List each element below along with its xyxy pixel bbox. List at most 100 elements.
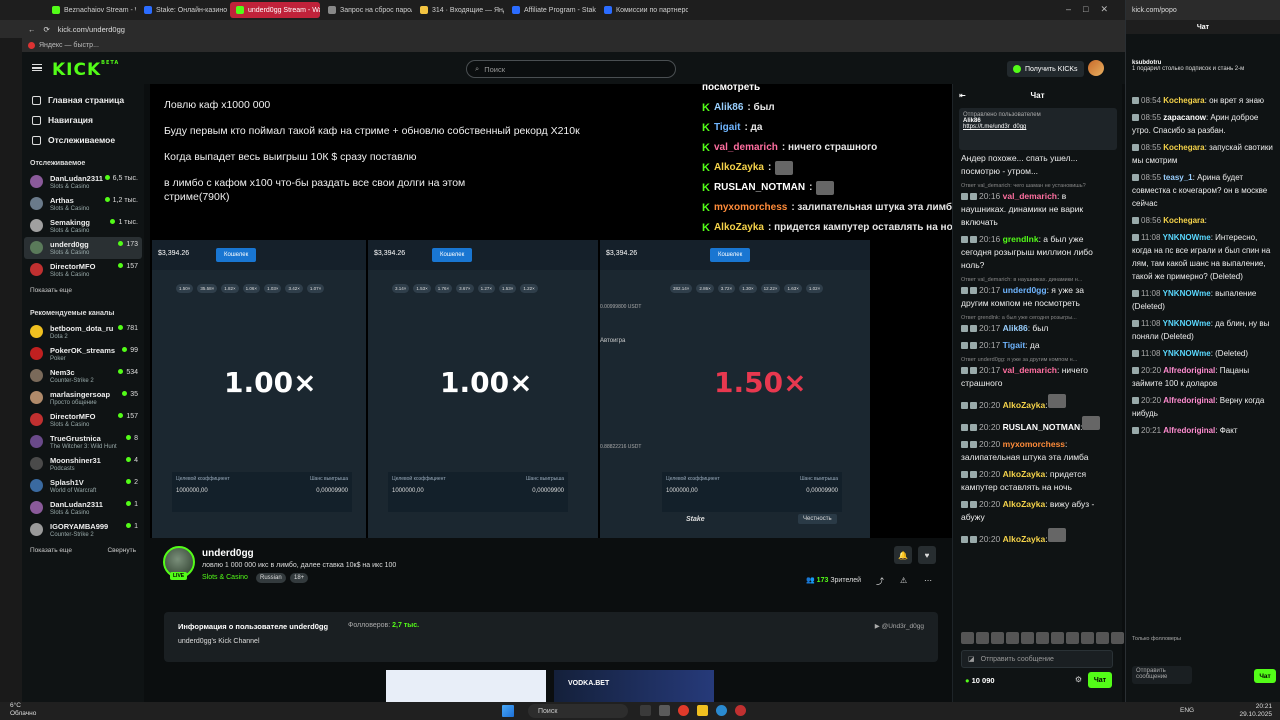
get-kicks-button[interactable]: Получить KICKs bbox=[1007, 61, 1084, 77]
emote-icon[interactable] bbox=[976, 632, 989, 644]
video-player[interactable]: Ловлю каф х1000 000 Буду первым кто пойм… bbox=[150, 84, 952, 538]
minimize-icon[interactable]: – bbox=[1066, 4, 1071, 15]
pinned-message[interactable]: Отправлено пользователем Alik86 https://… bbox=[959, 108, 1117, 150]
show-more-following[interactable]: Показать еще bbox=[30, 287, 72, 294]
browser-tab[interactable]: Affiliate Program - Stake bbox=[506, 2, 596, 18]
app-icon[interactable] bbox=[659, 705, 670, 716]
message-user[interactable]: AlkoZayka bbox=[1003, 499, 1046, 509]
emote-icon[interactable] bbox=[1081, 632, 1094, 644]
popout-chat-button[interactable]: Чат bbox=[1254, 669, 1276, 683]
sidebar-channel[interactable]: Splash1V World of Warcraft 2 bbox=[24, 475, 142, 497]
social-link[interactable]: ▶ @Und3r_d0gg bbox=[875, 622, 924, 630]
sidebar-channel[interactable]: marlasingersoap Просто общение 35 bbox=[24, 387, 142, 409]
reload-icon[interactable]: ⟳ bbox=[44, 25, 50, 34]
emote-icon[interactable] bbox=[1051, 632, 1064, 644]
tag-language[interactable]: Russian bbox=[256, 573, 286, 583]
message-user[interactable]: myxomorchess bbox=[1003, 439, 1065, 449]
url-text[interactable]: kick.com/underd0gg bbox=[58, 25, 125, 34]
message-user[interactable]: AlkoZayka bbox=[1003, 400, 1046, 410]
message-user[interactable]: Kochegara bbox=[1163, 96, 1204, 105]
explorer-icon[interactable] bbox=[697, 705, 708, 716]
tag-age[interactable]: 18+ bbox=[290, 573, 309, 583]
browser-tab[interactable]: Запрос на сброс пароля bbox=[322, 2, 412, 18]
emote-icon[interactable] bbox=[1066, 632, 1079, 644]
yandex-browser-icon[interactable] bbox=[678, 705, 689, 716]
emote-icon[interactable] bbox=[991, 632, 1004, 644]
opera-icon[interactable] bbox=[735, 705, 746, 716]
message-user[interactable]: Alfredoriginal bbox=[1163, 426, 1215, 435]
clock[interactable]: 20:21 29.10.2025 bbox=[1239, 703, 1272, 719]
close-icon[interactable]: ✕ bbox=[1100, 4, 1108, 15]
emoji-icon[interactable]: ◪ bbox=[968, 655, 975, 663]
language-indicator[interactable]: ENG bbox=[1180, 707, 1194, 714]
sidebar-channel[interactable]: Nem3c Counter-Strike 2 534 bbox=[24, 365, 142, 387]
nav-item[interactable]: Главная страница bbox=[22, 90, 144, 110]
message-user[interactable]: Kochegara bbox=[1163, 216, 1204, 225]
collapse-chat-icon[interactable]: ⇤ bbox=[959, 91, 966, 100]
sidebar-channel[interactable]: Semakingg Slots & Casino 1 тыс. bbox=[24, 215, 142, 237]
message-user[interactable]: zapacanow bbox=[1163, 113, 1206, 122]
message-user[interactable]: Alfredoriginal bbox=[1163, 366, 1215, 375]
weather-widget[interactable]: 6°C Облачно bbox=[10, 702, 36, 718]
message-user[interactable]: Alik86 bbox=[1003, 323, 1028, 333]
nav-item[interactable]: Отслеживаемое bbox=[22, 130, 144, 150]
address-bar[interactable]: ← ⟳ kick.com/underd0gg bbox=[0, 20, 1125, 38]
sidebar-channel[interactable]: DanLudan2311 Slots & Casino 6,5 тыс. bbox=[24, 171, 142, 193]
popout-url[interactable]: kick.com/popo bbox=[1126, 0, 1280, 20]
follow-heart-button[interactable]: ♥ bbox=[918, 546, 936, 564]
search-input[interactable]: ⌕ Поиск bbox=[466, 60, 676, 78]
ad-banner[interactable] bbox=[386, 670, 546, 702]
notification-bell-button[interactable]: 🔔 bbox=[894, 546, 912, 564]
task-view-icon[interactable] bbox=[640, 705, 651, 716]
maximize-icon[interactable]: □ bbox=[1083, 4, 1088, 15]
message-user[interactable]: grendlnk bbox=[1003, 234, 1039, 244]
browser-tab[interactable]: Stake: Онлайн-казино и bbox=[138, 2, 228, 18]
message-user[interactable]: YNKNOWme bbox=[1163, 233, 1211, 242]
sidebar-channel[interactable]: DirectorMFO Slots & Casino 157 bbox=[24, 259, 142, 281]
sidebar-channel[interactable]: IGORYAMBA999 Counter-Strike 21 bbox=[24, 519, 142, 541]
browser-tab[interactable]: 314 · Входящие — Яндек bbox=[414, 2, 504, 18]
telegram-icon[interactable] bbox=[716, 705, 727, 716]
sidebar-channel[interactable]: DanLudan2311 Slots & Casino 1 bbox=[24, 497, 142, 519]
message-user[interactable]: Tigait bbox=[1003, 340, 1026, 350]
user-menu-icon[interactable]: ⋯ bbox=[924, 576, 932, 585]
emote-icon[interactable] bbox=[1006, 632, 1019, 644]
user-avatar[interactable] bbox=[1088, 60, 1104, 76]
sidebar-channel[interactable]: underd0gg Slots & Casino 173 bbox=[24, 237, 142, 259]
message-user[interactable]: YNKNOWme bbox=[1163, 319, 1211, 328]
message-user[interactable]: Alfredoriginal bbox=[1163, 396, 1215, 405]
message-user[interactable]: RUSLAN_NOTMAN bbox=[1003, 422, 1080, 432]
emote-icon[interactable] bbox=[1036, 632, 1049, 644]
menu-icon[interactable] bbox=[32, 64, 42, 71]
emote-icon[interactable] bbox=[961, 632, 974, 644]
message-user[interactable]: underd0gg bbox=[1003, 285, 1047, 295]
start-icon[interactable] bbox=[502, 705, 514, 717]
browser-tab[interactable]: Beznachaiov Stream - Wa bbox=[46, 2, 136, 18]
chat-send-button[interactable]: Чат bbox=[1088, 672, 1112, 688]
stream-category[interactable]: Slots & Casino bbox=[202, 574, 248, 581]
kick-logo[interactable]: KICKBETA bbox=[52, 60, 119, 80]
chat-input[interactable]: ◪ Отправить сообщение bbox=[961, 650, 1113, 668]
popout-chat-input[interactable]: Отправить сообщение bbox=[1132, 666, 1192, 684]
message-user[interactable]: teasy_1 bbox=[1163, 173, 1192, 182]
nav-item[interactable]: Навигация bbox=[22, 110, 144, 130]
message-user[interactable]: val_demarich bbox=[1003, 191, 1057, 201]
message-user[interactable]: val_demarich bbox=[1003, 365, 1057, 375]
message-user[interactable]: YNKNOWme bbox=[1163, 349, 1211, 358]
channel-name[interactable]: underd0gg bbox=[202, 548, 254, 559]
message-user[interactable]: YNKNOWme bbox=[1163, 289, 1211, 298]
message-user[interactable]: Kochegara bbox=[1163, 143, 1204, 152]
ad-banner-vodka[interactable]: VODKA.BET bbox=[554, 670, 714, 702]
bookmark-yandex[interactable]: Яндекс — быстр... bbox=[39, 42, 99, 49]
back-icon[interactable]: ← bbox=[28, 25, 36, 34]
pinned-link[interactable]: https://t.me/und3r_d0gg bbox=[963, 124, 1113, 130]
sidebar-channel[interactable]: betboom_dota_ru Dota 2 781 bbox=[24, 321, 142, 343]
sidebar-channel[interactable]: TrueGrustnica The Witcher 3: Wild Hunt 8 bbox=[24, 431, 142, 453]
report-icon[interactable]: ⚠ bbox=[900, 576, 907, 585]
emote-icon[interactable] bbox=[1096, 632, 1109, 644]
sidebar-channel[interactable]: DirectorMFO Slots & Casino 157 bbox=[24, 409, 142, 431]
chat-settings-icon[interactable]: ⚙ bbox=[1075, 675, 1082, 684]
sidebar-channel[interactable]: PokerOK_streams Poker 99 bbox=[24, 343, 142, 365]
sidebar-channel[interactable]: Arthas Slots & Casino 1,2 тыс. bbox=[24, 193, 142, 215]
show-more-recommended[interactable]: Показать еще bbox=[30, 547, 72, 554]
